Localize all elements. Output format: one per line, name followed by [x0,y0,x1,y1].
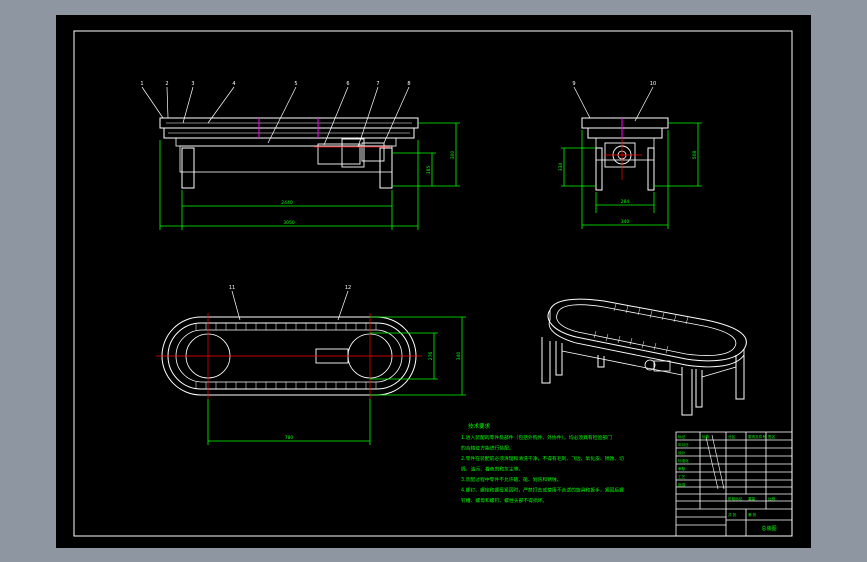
front-balloon: 4 [232,81,235,87]
notes-line: 钉槽、螺母和螺钉、螺栓头部不得损坏。 [461,497,547,504]
side-dim-height-left: 334 [558,163,564,172]
front-dim-height: 300 [450,151,456,160]
side-balloon: 9 [572,81,575,87]
title-block-cell: 批准 [678,482,686,487]
front-dim-length: 3050 [283,220,295,226]
title-block-cell: 审核 [678,466,686,471]
front-balloon: 3 [191,81,194,87]
title-block-cell: 分区 [728,434,736,439]
title-block-cell: 阶段标记 [728,496,743,501]
title-block-cell: 更改文件号 [748,434,766,439]
top-balloon: 12 [345,285,351,291]
notes-line: 屑、油污、着色剂和灰尘等。 [461,466,523,473]
front-balloon: 1 [140,81,143,87]
front-balloon: 6 [346,81,349,87]
side-dim-height: 508 [692,151,698,160]
notes-line: 1.进入装配的零件及部件（包括外购件、外协件），均必须具有检验部门 [461,434,612,441]
top-view [156,290,466,445]
drawing-sheet: 1 2 3 4 5 6 7 8 3050 2440 300 185 9 10 284 340 508 334 11 1… [56,15,811,548]
side-balloon: 10 [650,81,656,87]
notes-line: 2.零件在装配前必须清理和清洗干净，不得有毛刺、飞边、氧化皮、锈蚀、切 [461,455,624,462]
top-balloon: 11 [229,285,235,291]
title-block-cell: 标准化 [678,458,689,463]
notes-line: 的合格证方能进行装配。 [461,445,514,452]
top-dimensions [207,316,466,445]
drawing-number: 总装图 [761,525,776,532]
title-block-cell: 标记 [678,434,686,439]
side-dim-width-outer: 340 [621,219,630,225]
notes-title: 技术要求 [468,422,491,430]
title-block-cell: 比例 [768,496,776,501]
title-block-cell: 重量 [748,496,756,501]
front-balloon: 5 [294,81,297,87]
title-block-cell: 年月日 [678,442,689,447]
front-balloon: 7 [376,81,379,87]
title-block-cell: 签名 [768,434,776,439]
top-dim-width: 276 [428,352,434,361]
front-balloon: 2 [165,81,168,87]
front-dimensions [159,122,460,230]
front-balloon: 8 [407,81,410,87]
front-view [141,86,460,230]
front-dim-height-inner: 185 [426,166,432,175]
notes-line: 4.螺钉、螺栓和螺母紧固时，严禁打击或使用不合适的旋具和扳手，紧固后螺 [461,487,624,494]
title-block-cell: 第 张 [748,512,757,517]
side-view [561,86,702,229]
side-dimensions [561,122,702,229]
front-dim-leg-span: 2440 [281,200,293,206]
title-block-cell: 工艺 [678,474,686,479]
notes-line: 3.装配过程中零件不允许磕、碰、划伤和锈蚀。 [461,476,562,483]
isometric-view [541,298,747,416]
top-dim-length: 780 [285,435,294,441]
title-block-cell: 共 张 [728,512,737,517]
title-block-cell: 设计 [678,450,686,455]
title-block-cell: 处数 [702,434,710,439]
title-block [675,431,793,537]
cad-viewport: 1 2 3 4 5 6 7 8 3050 2440 300 185 9 10 284 340 508 334 11 1… [0,0,867,562]
side-dim-width-inner: 284 [621,199,630,205]
side-leaders [573,86,654,122]
top-dim-width-outer: 340 [456,352,462,361]
assembly-drawing: 1 2 3 4 5 6 7 8305024403001859 1028434050833411 1… [73,30,793,537]
iso-slats [593,303,689,354]
top-leaders [231,290,349,321]
